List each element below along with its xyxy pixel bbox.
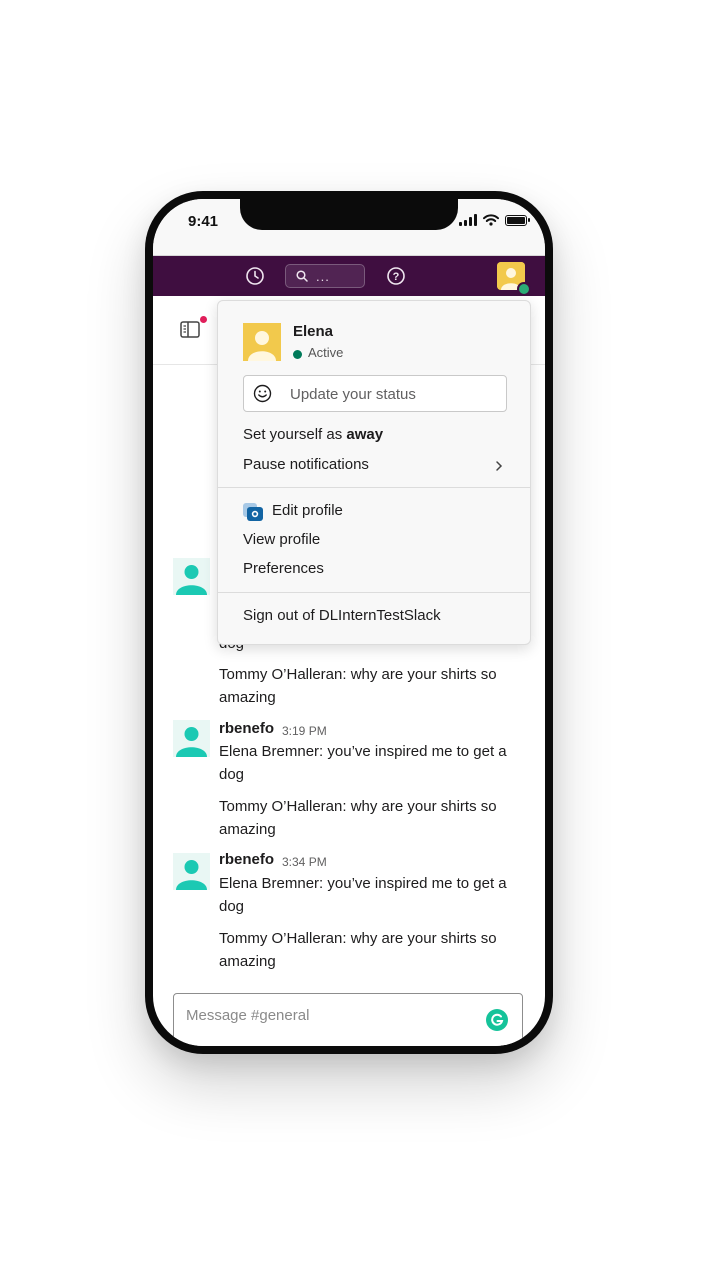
battery-icon [505,214,530,226]
message-timestamp: 3:19 PM [282,724,327,738]
system-icons [459,214,530,226]
message-timestamp: 3:34 PM [282,855,327,869]
smiley-icon [253,384,272,403]
active-status-dot [293,350,302,359]
pause-notifications-item[interactable]: Pause notifications [243,456,369,473]
update-status-input[interactable]: Update your status [243,375,507,412]
status-time: 9:41 [188,213,219,230]
workspace-topbar: ... ? [153,256,545,296]
message-avatar[interactable] [173,720,210,757]
message-avatar[interactable] [173,558,210,595]
message-text: dog [219,766,245,783]
preferences-item[interactable]: Preferences [243,560,324,577]
grammarly-icon[interactable] [486,1009,508,1031]
message-text: Tommy O’Halleran: why are your shirts so [219,930,497,947]
message-text: Tommy O’Halleran: why are your shirts so [219,666,497,683]
message-username[interactable]: rbenefo [219,851,274,868]
message-input-placeholder: Message #general [186,1007,310,1024]
presence-indicator [517,282,531,296]
set-away-bold: away [346,426,384,443]
set-away-item[interactable]: Set yourself as away [243,426,383,443]
camera-profile-icon [243,503,263,521]
device-notch [240,199,458,230]
view-profile-item[interactable]: View profile [243,531,320,548]
set-away-prefix: Set yourself as [243,426,343,443]
search-placeholder: ... [316,268,330,284]
status-placeholder: Update your status [290,386,416,403]
message-text: dog [219,898,245,915]
notification-badge [200,316,207,323]
sidebar-icon[interactable] [180,320,202,340]
message-text: Tommy O’Halleran: why are your shirts so [219,798,497,815]
signal-icon [459,214,477,226]
message-text: Elena Bremner: you’ve inspired me to get… [219,743,507,760]
svg-text:?: ? [393,271,400,283]
history-icon[interactable] [245,266,265,286]
message-text: amazing [219,821,276,838]
app-screen: 9:41 ... ? Tommy O’Halleran: why are you… [153,199,545,1046]
message-input[interactable]: Message #general [173,993,523,1046]
message-text: amazing [219,953,276,970]
search-bar[interactable]: ... [285,264,365,288]
presence-label: Active [308,345,344,360]
chevron-right-icon [496,461,503,471]
profile-avatar [243,323,281,361]
message-text: amazing [219,689,276,706]
profile-name: Elena [293,323,334,340]
wifi-icon [483,214,499,226]
message-username[interactable]: rbenefo [219,720,274,737]
sign-out-item[interactable]: Sign out of DLInternTestSlack [243,607,441,624]
search-icon [296,270,308,282]
message-text: Elena Bremner: you’ve inspired me to get… [219,875,507,892]
edit-profile-item[interactable]: Edit profile [272,502,343,519]
help-icon[interactable]: ? [386,266,406,286]
menu-divider [218,487,530,488]
phone-frame: 9:41 ... ? Tommy O’Halleran: why are you… [145,191,553,1054]
menu-divider [218,592,530,593]
message-avatar[interactable] [173,853,210,890]
profile-menu: Elena Active Update your status Set your… [217,300,531,645]
